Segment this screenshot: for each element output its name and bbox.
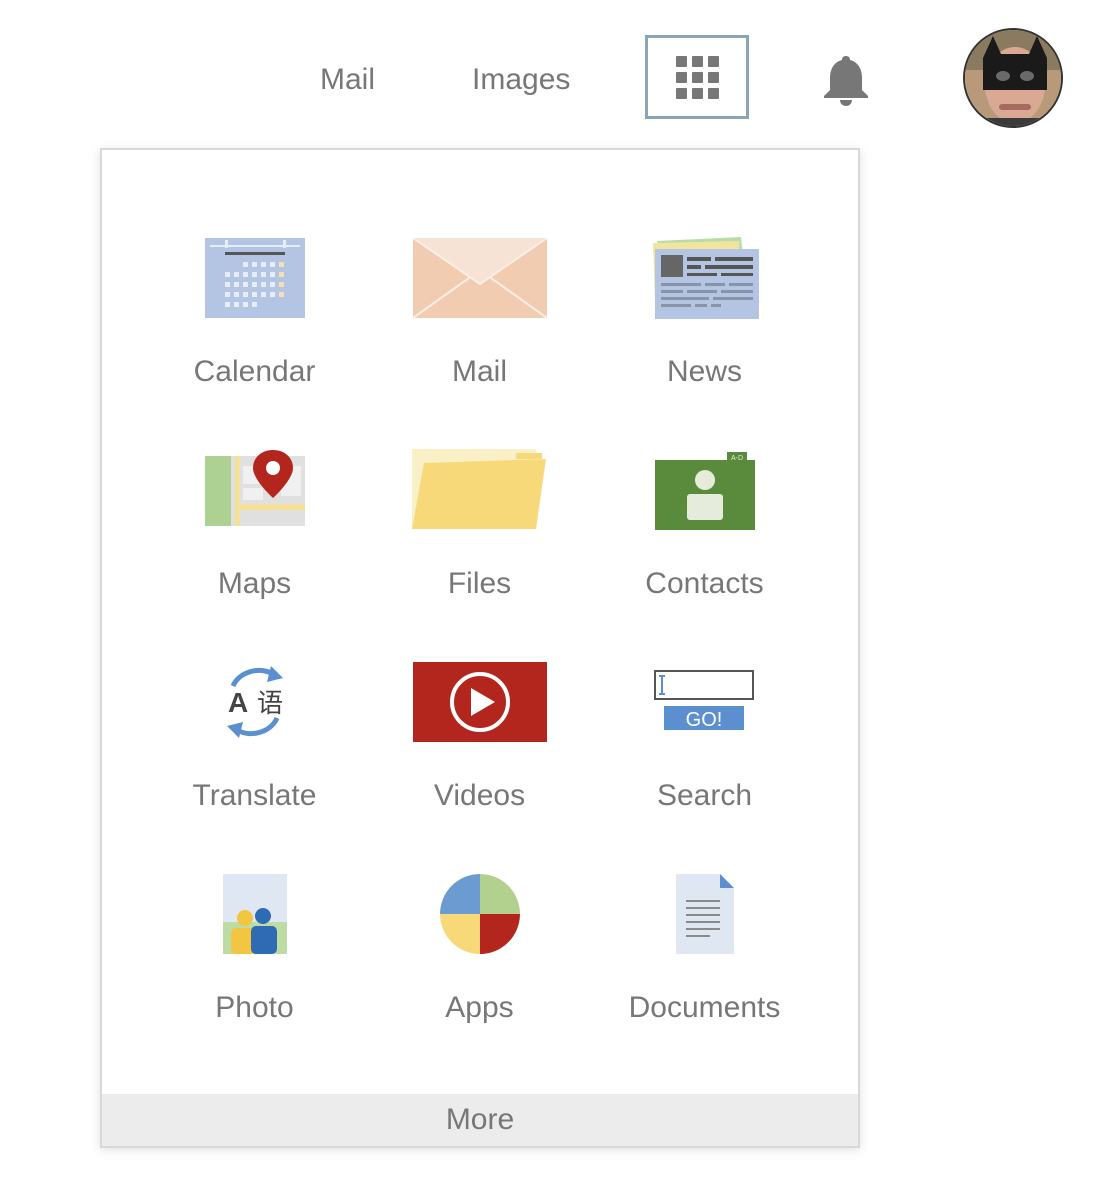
translate-latin-text: A <box>228 687 248 718</box>
search-box-icon: GO! <box>653 670 754 731</box>
app-tile-videos[interactable]: Videos <box>367 654 592 866</box>
maps-icon <box>204 450 305 526</box>
calendar-icon <box>204 238 305 318</box>
document-icon <box>675 874 734 954</box>
news-icon <box>652 237 759 319</box>
apps-grid-button[interactable] <box>645 35 749 119</box>
app-label: Apps <box>445 991 514 1024</box>
avatar[interactable] <box>963 28 1063 128</box>
app-tile-news[interactable]: News <box>592 230 817 442</box>
app-tile-mail[interactable]: Mail <box>367 230 592 442</box>
contacts-tab-text: A-D <box>730 455 742 462</box>
apps-pie-icon <box>439 874 520 954</box>
mail-icon <box>412 238 547 318</box>
user-photo-icon <box>965 30 1061 126</box>
app-grid: Calendar Mail News Maps Files A-D Contac… <box>142 230 817 1078</box>
app-tile-calendar[interactable]: Calendar <box>142 230 367 442</box>
translate-chinese-text: 语 <box>257 689 283 719</box>
search-go-text: GO! <box>685 709 722 731</box>
folder-icon <box>411 449 546 529</box>
app-tile-photo[interactable]: Photo <box>142 866 367 1078</box>
app-label: Photo <box>215 991 294 1024</box>
app-tile-maps[interactable]: Maps <box>142 442 367 654</box>
app-tile-translate[interactable]: A 语 Translate <box>142 654 367 866</box>
video-play-icon <box>412 662 547 742</box>
app-tile-documents[interactable]: Documents <box>592 866 817 1078</box>
app-label: Maps <box>217 567 292 600</box>
app-label: Documents <box>628 991 781 1024</box>
app-label: Translate <box>192 779 317 812</box>
app-label: Videos <box>433 779 526 812</box>
app-tile-files[interactable]: Files <box>367 442 592 654</box>
grid-icon <box>675 55 719 99</box>
app-label: News <box>666 355 742 388</box>
translate-icon: A 语 <box>226 666 283 738</box>
app-label: Contacts <box>645 567 764 600</box>
app-label: Search <box>656 779 753 812</box>
app-tile-contacts[interactable]: A-D Contacts <box>592 442 817 654</box>
photo-icon <box>222 874 287 954</box>
app-tile-search[interactable]: GO! Search <box>592 654 817 866</box>
app-tile-apps[interactable]: Apps <box>367 866 592 1078</box>
app-label: Files <box>447 567 512 600</box>
images-link[interactable]: Images <box>472 60 570 100</box>
more-button[interactable]: More <box>102 1094 858 1146</box>
bell-icon[interactable] <box>820 52 872 106</box>
contacts-icon: A-D <box>654 452 755 530</box>
app-label: Calendar <box>193 355 316 388</box>
app-label: Mail <box>451 355 507 388</box>
mail-link[interactable]: Mail <box>320 60 375 100</box>
top-bar: Mail Images <box>0 0 1108 140</box>
apps-launcher-panel: Calendar Mail News Maps Files A-D Contac… <box>100 148 860 1148</box>
